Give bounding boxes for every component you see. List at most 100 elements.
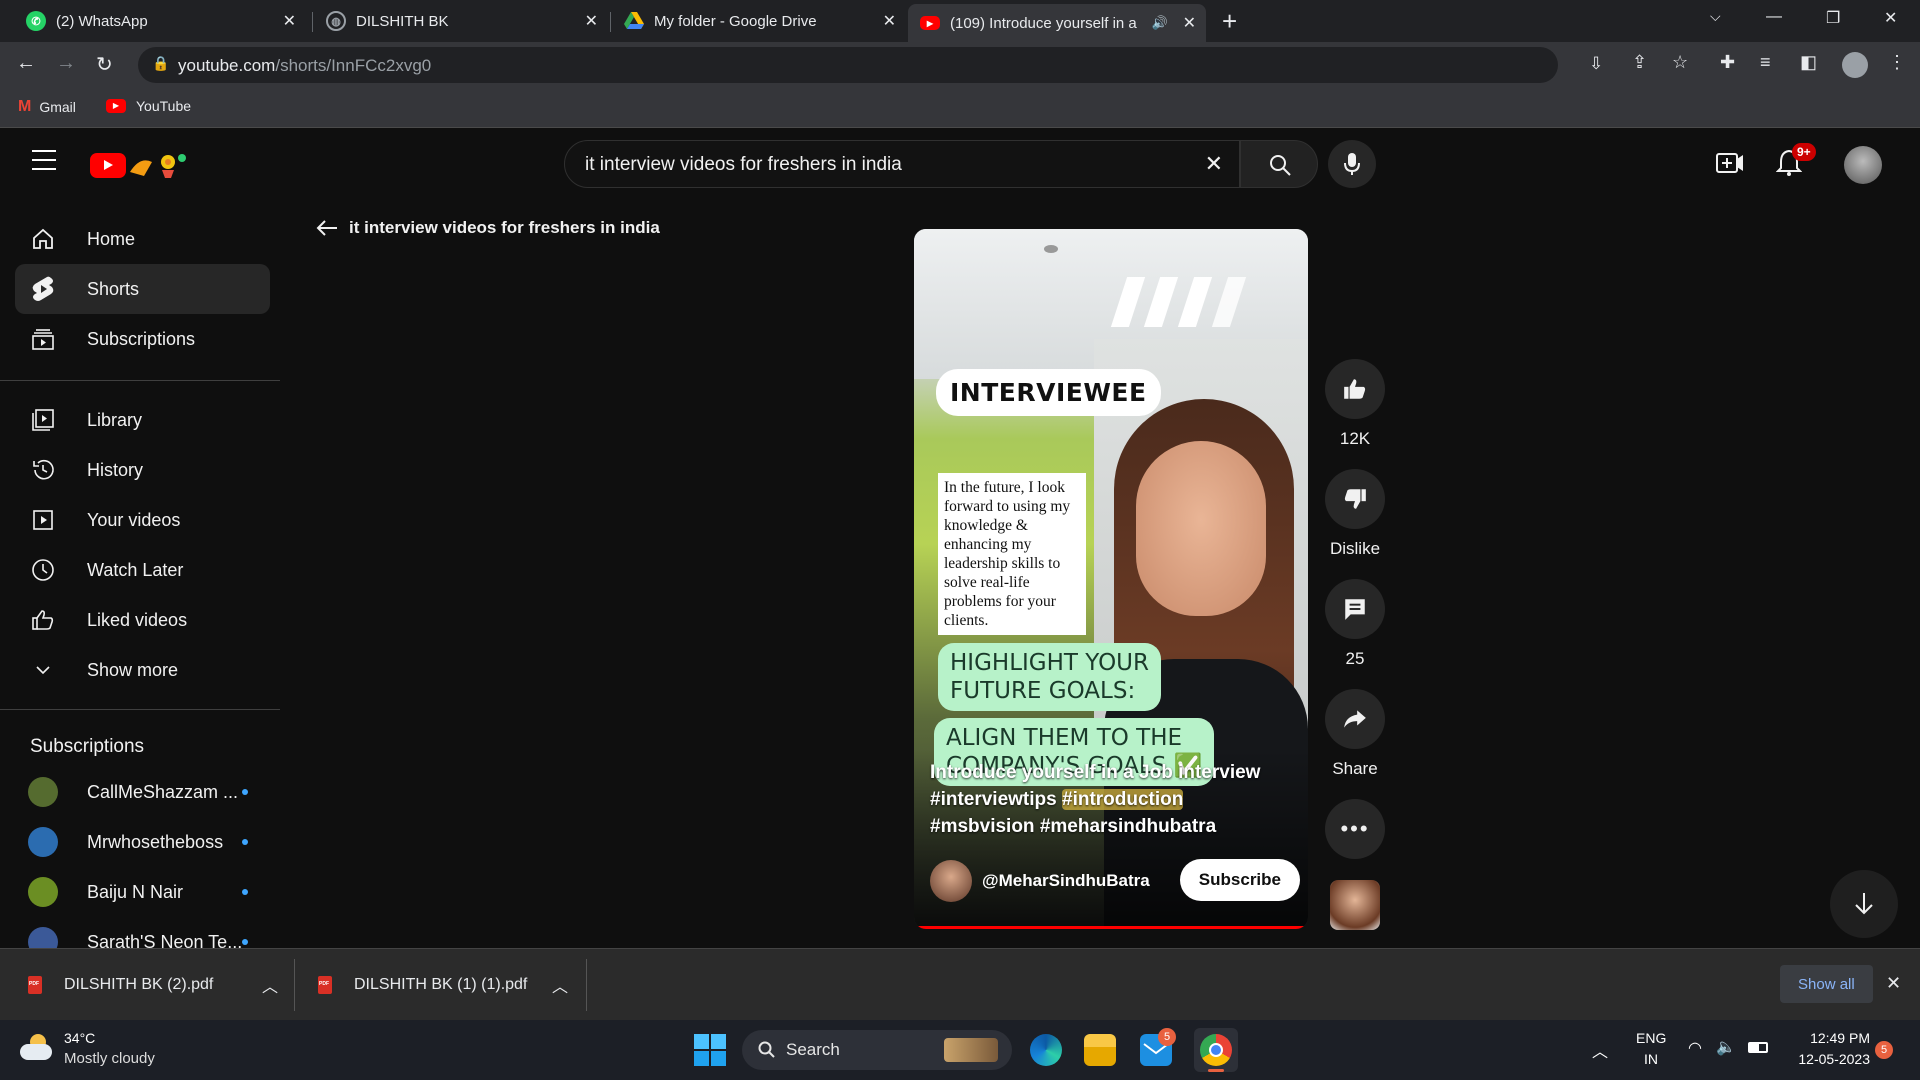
download-item[interactable]: DILSHITH BK (2).pdf ︿ [28, 949, 278, 1021]
input-region[interactable]: IN [1644, 1051, 1658, 1067]
battery-icon[interactable] [1748, 1042, 1768, 1053]
notification-center-badge[interactable]: 5 [1875, 1041, 1893, 1059]
audio-track-thumbnail[interactable] [1330, 880, 1380, 930]
hashtag-link[interactable]: #introduction [1062, 789, 1184, 810]
subscription-channel[interactable]: Mrwhosetheboss [15, 817, 270, 867]
omnibox[interactable]: 🔒 youtube.com/shorts/InnFCc2xvg0 ⇩ [138, 47, 1603, 83]
bookmark-label: Gmail [39, 99, 76, 115]
tab-close-icon[interactable]: ✕ [283, 11, 296, 31]
tab-close-icon[interactable]: ✕ [1183, 13, 1196, 33]
channel-avatar[interactable] [930, 860, 972, 902]
back-to-results-link[interactable]: it interview videos for freshers in indi… [315, 218, 660, 238]
subscription-channel[interactable]: CallMeShazzam ... [15, 767, 270, 817]
media-queue-icon[interactable]: ≡ [1760, 52, 1771, 73]
chevron-up-icon[interactable]: ︿ [1592, 1038, 1608, 1062]
notifications-button[interactable]: 9+ [1775, 143, 1816, 182]
sidebar-item-subscriptions[interactable]: Subscriptions [15, 314, 270, 364]
chevron-up-icon[interactable]: ︿ [552, 973, 568, 997]
input-language[interactable]: ENG [1636, 1030, 1666, 1046]
channel-name[interactable]: @MeharSindhuBatra [982, 871, 1150, 891]
dislike-button[interactable] [1325, 469, 1385, 529]
clear-search-icon[interactable]: ✕ [1205, 151, 1223, 177]
bookmark-youtube[interactable]: ▶ YouTube [106, 98, 191, 114]
chrome-icon [1200, 1034, 1232, 1066]
reload-icon[interactable]: ↻ [96, 52, 113, 77]
weather-cloud-icon[interactable] [20, 1034, 54, 1064]
lock-icon[interactable]: 🔒 [152, 55, 169, 72]
video-progress-bar[interactable] [914, 926, 1308, 929]
hamburger-menu-icon[interactable] [32, 150, 56, 170]
search-button[interactable] [1240, 140, 1318, 188]
file-explorer-icon[interactable] [1084, 1034, 1116, 1066]
back-arrow-icon[interactable]: ← [16, 52, 36, 75]
bookmark-star-icon[interactable]: ☆ [1672, 52, 1688, 73]
hashtag-link[interactable]: #interviewtips [930, 789, 1057, 810]
sidebar-item-label: Watch Later [87, 559, 184, 580]
sidebar-item-your-videos[interactable]: Your videos [15, 495, 270, 545]
side-panel-icon[interactable]: ◧ [1800, 52, 1817, 73]
tab-google-drive[interactable]: My folder - Google Drive ✕ [612, 0, 906, 42]
sidebar-item-home[interactable]: Home [15, 214, 270, 264]
url-text[interactable]: youtube.com/shorts/InnFCc2xvg0 [178, 56, 431, 76]
sidebar-item-show-more[interactable]: Show more [15, 645, 270, 695]
subscribe-button[interactable]: Subscribe [1179, 859, 1300, 901]
window-close-icon[interactable]: ✕ [1884, 8, 1897, 28]
taskbar-search[interactable]: Search [742, 1030, 1012, 1070]
volume-icon[interactable]: 🔈 [1716, 1037, 1736, 1057]
tab-close-icon[interactable]: ✕ [585, 11, 598, 31]
share-icon[interactable]: ⇪ [1632, 52, 1647, 73]
tab-search-chevron-icon[interactable]: ⌵ [1710, 8, 1721, 25]
hashtag-link[interactable]: #msbvision #meharsindhubatra [930, 813, 1270, 840]
search-input[interactable] [585, 154, 1145, 176]
close-downloads-icon[interactable]: ✕ [1886, 973, 1901, 994]
new-content-dot [242, 939, 248, 945]
shorts-video-player[interactable]: INTERVIEWEE In the future, I look forwar… [914, 229, 1308, 929]
sidebar-item-watch-later[interactable]: Watch Later [15, 545, 270, 595]
share-button[interactable] [1325, 689, 1385, 749]
show-all-downloads-button[interactable]: Show all [1780, 965, 1873, 1003]
more-options-button[interactable]: ••• [1325, 799, 1385, 859]
restore-icon[interactable]: ❐ [1826, 8, 1840, 28]
wifi-icon[interactable]: ◠ [1688, 1038, 1702, 1058]
tab-youtube-active[interactable]: ▶ (109) Introduce yourself in a 🔊 ✕ [908, 4, 1206, 42]
weather-temperature[interactable]: 34°C [64, 1030, 95, 1046]
sidebar-item-history[interactable]: History [15, 445, 270, 495]
sidebar-item-shorts[interactable]: Shorts [15, 264, 270, 314]
sidebar-item-library[interactable]: Library [15, 395, 270, 445]
chrome-menu-icon[interactable]: ⋮ [1888, 52, 1906, 73]
account-avatar[interactable] [1844, 146, 1882, 184]
like-button[interactable] [1325, 359, 1385, 419]
video-caption[interactable]: Introduce yourself in a Job interview #i… [930, 759, 1270, 840]
create-video-button[interactable] [1716, 150, 1744, 181]
search-box[interactable]: ✕ [564, 140, 1240, 188]
tab-whatsapp[interactable]: ✆ (2) WhatsApp ✕ [14, 0, 306, 42]
bookmark-gmail[interactable]: M Gmail [18, 98, 76, 116]
download-item[interactable]: DILSHITH BK (1) (1).pdf ︿ [318, 949, 568, 1021]
new-tab-plus-icon[interactable]: + [1222, 6, 1237, 37]
comments-button[interactable] [1325, 579, 1385, 639]
weather-description[interactable]: Mostly cloudy [64, 1050, 155, 1067]
goal-tag-line: FUTURE GOALS: [950, 678, 1136, 704]
new-content-dot [242, 889, 248, 895]
sidebar-item-liked-videos[interactable]: Liked videos [15, 595, 270, 645]
tab-close-icon[interactable]: ✕ [883, 11, 896, 31]
tab-dilshith[interactable]: ◍ DILSHITH BK ✕ [314, 0, 608, 42]
clock-time[interactable]: 12:49 PM [1786, 1030, 1870, 1046]
edge-browser-icon[interactable] [1030, 1034, 1062, 1066]
youtube-logo-icon [90, 152, 126, 178]
subscription-channel[interactable]: Baiju N Nair [15, 867, 270, 917]
audio-playing-icon[interactable]: 🔊 [1152, 15, 1168, 31]
youtube-icon: ▶ [106, 99, 126, 113]
forward-arrow-icon[interactable]: → [56, 52, 76, 75]
profile-avatar[interactable] [1842, 52, 1868, 78]
chevron-up-icon[interactable]: ︿ [262, 973, 278, 997]
chrome-taskbar-button[interactable] [1194, 1028, 1238, 1072]
minimize-icon[interactable]: — [1766, 8, 1782, 26]
clock-date[interactable]: 12-05-2023 [1786, 1051, 1870, 1067]
voice-search-button[interactable] [1328, 140, 1376, 188]
extensions-puzzle-icon[interactable]: ✚ [1720, 52, 1735, 73]
youtube-logo[interactable] [90, 150, 192, 180]
install-app-icon[interactable]: ⇩ [1589, 54, 1603, 74]
windows-start-icon[interactable] [694, 1034, 726, 1066]
next-video-button[interactable] [1830, 870, 1898, 938]
